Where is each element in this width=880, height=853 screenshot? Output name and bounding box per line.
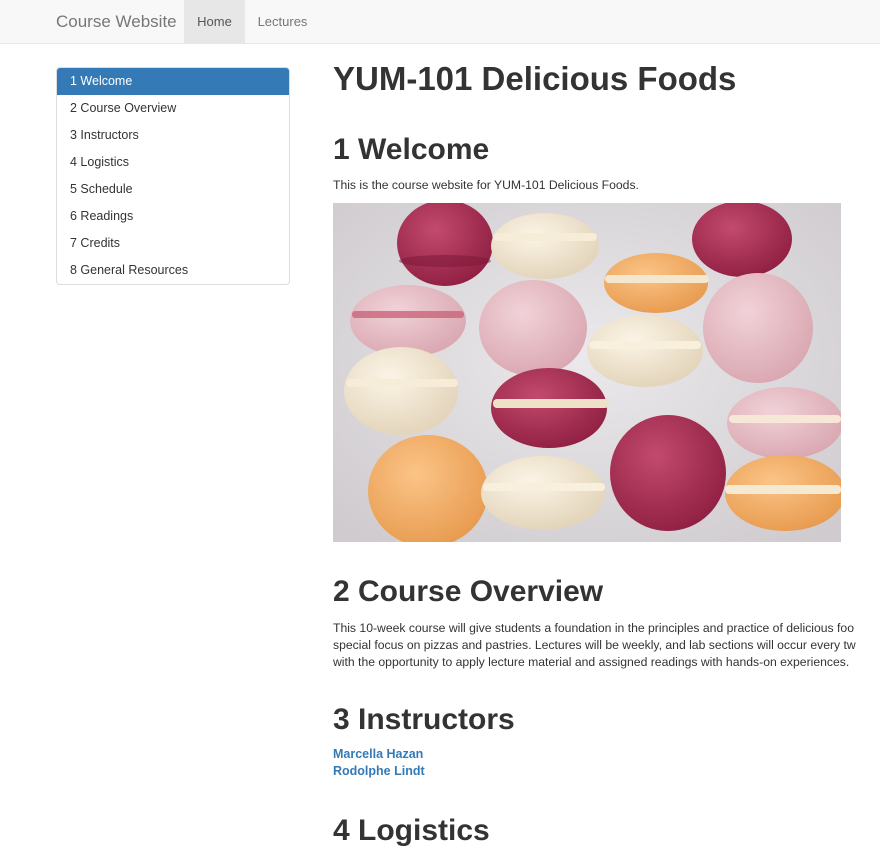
toc-item-general-resources[interactable]: 8 General Resources [57, 257, 289, 284]
overview-line-1: This 10-week course will give students a… [333, 621, 854, 635]
nav-home-link[interactable]: Home [184, 0, 245, 44]
table-of-contents: 1 Welcome 2 Course Overview 3 Instructor… [56, 67, 290, 285]
page-title: YUM-101 Delicious Foods [333, 60, 737, 97]
course-overview-heading: 2 Course Overview [333, 575, 604, 608]
welcome-heading: 1 Welcome [333, 133, 490, 166]
toc-item-instructors[interactable]: 3 Instructors [57, 122, 289, 149]
overview-line-2: special focus on pizzas and pastries. Le… [333, 638, 856, 652]
logistics-heading: 4 Logistics [333, 814, 490, 847]
toc-item-logistics[interactable]: 4 Logistics [57, 149, 289, 176]
instructor-link-hazan[interactable]: Marcella Hazan [333, 747, 423, 761]
welcome-text: This is the course website for YUM-101 D… [333, 178, 639, 192]
macarons-photo [333, 203, 841, 542]
instructor-link-lindt[interactable]: Rodolphe Lindt [333, 764, 425, 778]
top-navbar: Course Website Home Lectures [0, 0, 880, 44]
toc-item-readings[interactable]: 6 Readings [57, 203, 289, 230]
overview-line-3: with the opportunity to apply lecture ma… [333, 655, 850, 669]
toc-item-schedule[interactable]: 5 Schedule [57, 176, 289, 203]
toc-item-credits[interactable]: 7 Credits [57, 230, 289, 257]
toc-item-course-overview[interactable]: 2 Course Overview [57, 95, 289, 122]
toc-item-welcome[interactable]: 1 Welcome [57, 68, 289, 95]
nav-lectures-link[interactable]: Lectures [245, 0, 320, 44]
instructors-heading: 3 Instructors [333, 703, 515, 736]
brand-link[interactable]: Course Website [56, 0, 177, 44]
